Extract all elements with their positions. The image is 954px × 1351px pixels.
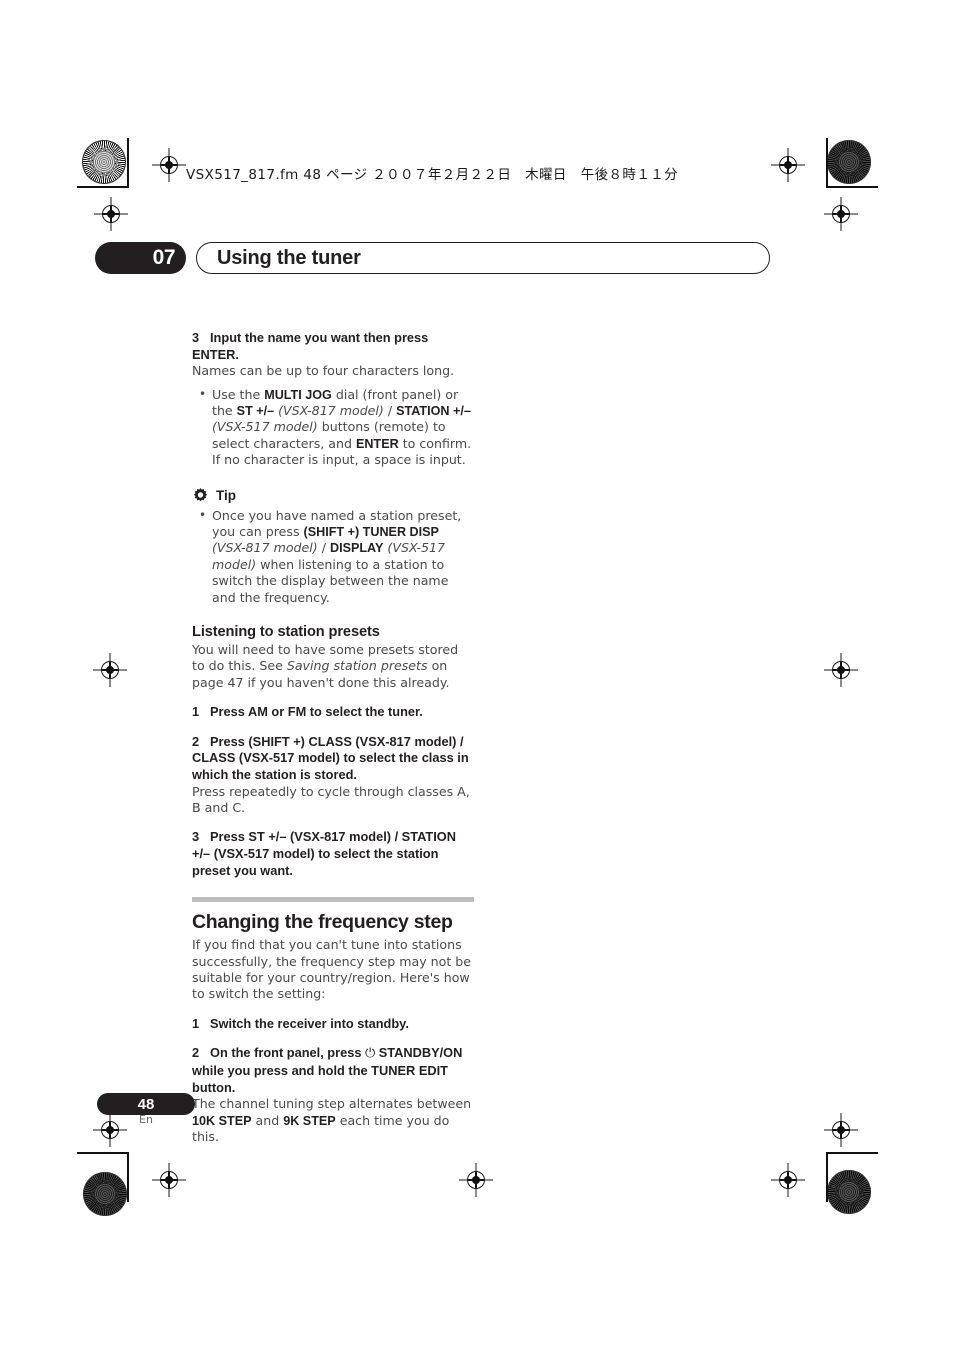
chapter-number-badge: 07 [95, 242, 186, 274]
registration-mark-top-right [771, 148, 805, 182]
step-number: 3 [192, 829, 200, 845]
listening-step-2-body: Press repeatedly to cycle through classe… [192, 783, 470, 816]
tip-bullet: Once you have named a station preset, yo… [192, 507, 474, 606]
registration-mark-right-upper [824, 197, 858, 231]
registration-rosette-bottom-right [827, 1170, 871, 1214]
crop-line-bottom-left-v [127, 1152, 129, 1202]
gear-icon [193, 487, 208, 501]
chapter-title-pill: Using the tuner [196, 242, 770, 274]
page-title: Using the tuner [217, 246, 361, 269]
step-title: Switch the receiver into standby. [210, 1015, 409, 1031]
step-number: 3 [192, 330, 200, 345]
frequency-step-1: 1 Switch the receiver into standby. [192, 1016, 474, 1033]
step-number: 1 [192, 1015, 200, 1031]
step-number: 2 [192, 1045, 200, 1061]
registration-mark-bottom-right [771, 1163, 805, 1197]
step-title: On the front panel, press ⏻ STANDBY/ON w… [192, 1045, 463, 1095]
listening-intro: You will need to have some presets store… [192, 642, 459, 690]
crop-line-top-right-v [826, 138, 828, 188]
registration-mark-bottom-center [459, 1163, 493, 1197]
step-input-name-bullet: Use the MULTI JOG dial (front panel) or … [192, 386, 474, 469]
page-number-badge: 48 [97, 1093, 195, 1115]
section-divider-rule [192, 897, 474, 903]
registration-rosette-top-right [827, 140, 871, 184]
registration-mark-left-upper [94, 197, 128, 231]
frequency-step-2-body: The channel tuning step alternates betwe… [192, 1096, 472, 1145]
step-input-name: 3 Input the name you want then press ENTE… [192, 330, 474, 363]
registration-rosette-bottom-left [83, 1172, 127, 1216]
crop-line-top-right-h [826, 186, 878, 188]
frequency-step-2: 2 On the front panel, press ⏻ STANDBY/ON … [192, 1045, 474, 1096]
registration-mark-bottom-left [152, 1163, 186, 1197]
content-column: 3 Input the name you want then press ENTE… [192, 330, 474, 1145]
step-title: Press AM or FM to select the tuner. [210, 704, 423, 720]
listening-step-2: 2 Press (SHIFT +) CLASS (VSX-817 model) /… [192, 734, 474, 784]
step-number: 1 [192, 704, 200, 720]
registration-mark-left-middle [93, 653, 127, 687]
tip-header: Tip [192, 487, 474, 504]
tip-label: Tip [216, 487, 236, 503]
step-input-name-body: Names can be up to four characters long. [192, 363, 455, 379]
step-title: Press (SHIFT +) CLASS (VSX-817 model) / … [192, 733, 469, 783]
step-number: 2 [192, 733, 200, 749]
frequency-intro: If you find that you can't tune into sta… [192, 937, 472, 1002]
registration-mark-right-middle [824, 653, 858, 687]
crop-line-bottom-right-h [826, 1152, 878, 1154]
crop-line-bottom-left-h [77, 1152, 129, 1154]
step-title: Input the name you want then press ENTER… [192, 330, 429, 362]
registration-mark-right-lower [824, 1113, 858, 1147]
step-title: Press ST +/– (VSX-817 model) / STATION +… [192, 829, 456, 878]
listening-step-3: 3 Press ST +/– (VSX-817 model) / STATION … [192, 829, 474, 879]
crop-line-bottom-right-v [826, 1152, 828, 1202]
heading-listening-to-station-presets: Listening to station presets [192, 624, 380, 641]
chapter-header: 07 Using the tuner [95, 242, 770, 274]
crop-line-top-left-v [127, 138, 129, 188]
crop-line-top-left-h [77, 186, 129, 188]
registration-mark-top-center-left [152, 148, 186, 182]
listening-step-1: 1 Press AM or FM to select the tuner. [192, 704, 474, 721]
page-language-label: En [139, 1113, 153, 1126]
heading-changing-the-frequency-step: Changing the frequency step [192, 911, 453, 934]
registration-rosette-top-left [82, 140, 126, 184]
file-info-line: VSX517_817.fm 48 ページ ２００７年２月２２日 木曜日 午後８時… [186, 167, 679, 183]
